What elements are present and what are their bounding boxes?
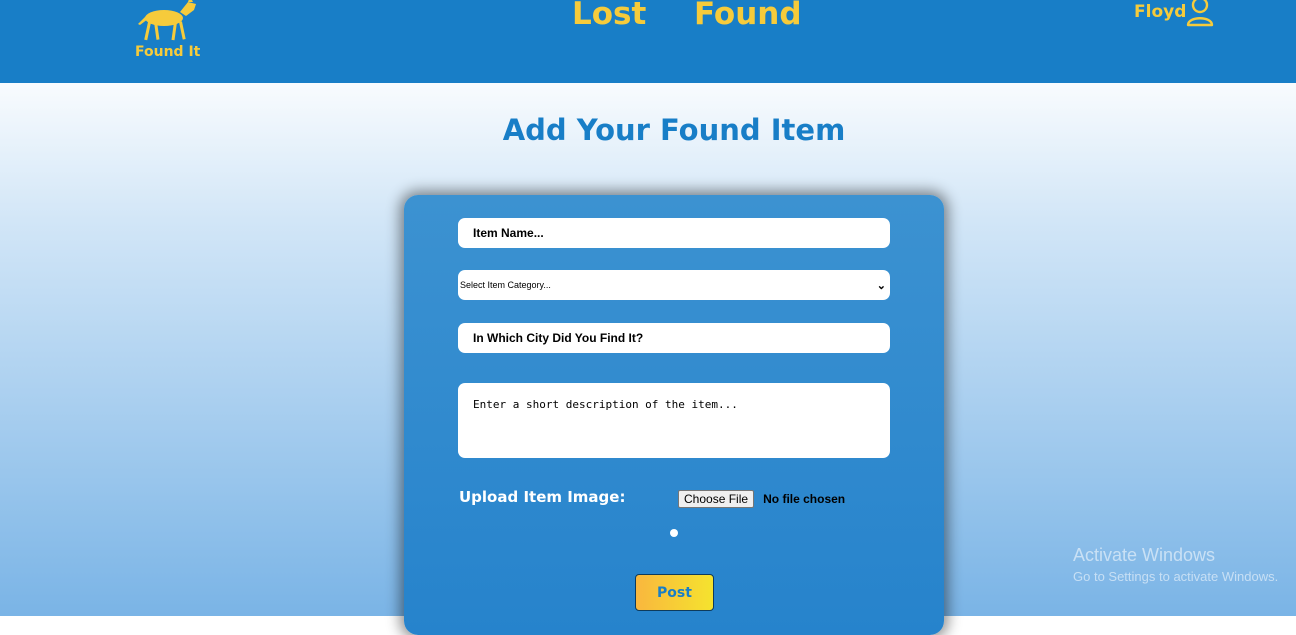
- page-title: Add Your Found Item: [502, 113, 846, 147]
- item-name-input[interactable]: [458, 218, 890, 248]
- city-input[interactable]: [458, 323, 890, 353]
- item-category-selected: Select Item Category...: [460, 280, 551, 290]
- file-status-text: No file chosen: [763, 492, 846, 506]
- windows-activation-watermark: Activate Windows Go to Settings to activ…: [1073, 545, 1278, 584]
- nav-found-link[interactable]: Found: [694, 0, 802, 32]
- choose-file-button[interactable]: Choose File: [678, 490, 755, 508]
- image-file-input[interactable]: Choose File No file chosen: [678, 488, 845, 508]
- user-name[interactable]: Floyd: [1134, 2, 1186, 22]
- chevron-down-icon: ⌄: [876, 279, 886, 292]
- add-found-item-form: Select Item Category... ⌄ Upload Item Im…: [404, 195, 944, 635]
- logo[interactable]: Found It: [128, 0, 208, 64]
- upload-image-label: Upload Item Image:: [459, 488, 626, 506]
- description-textarea[interactable]: [458, 383, 890, 458]
- nav-lost-link[interactable]: Lost: [572, 0, 646, 32]
- watermark-line-2: Go to Settings to activate Windows.: [1073, 569, 1279, 584]
- watermark-line-1: Activate Windows: [1073, 545, 1216, 565]
- item-category-select[interactable]: Select Item Category... ⌄: [458, 270, 890, 300]
- site-header: Found It Lost Found Floyd: [0, 0, 1296, 83]
- user-icon[interactable]: [1185, 0, 1215, 28]
- image-preview-dot: [670, 529, 678, 537]
- dog-icon: [138, 0, 196, 41]
- post-button[interactable]: Post: [635, 574, 714, 611]
- logo-text: Found It: [135, 44, 201, 60]
